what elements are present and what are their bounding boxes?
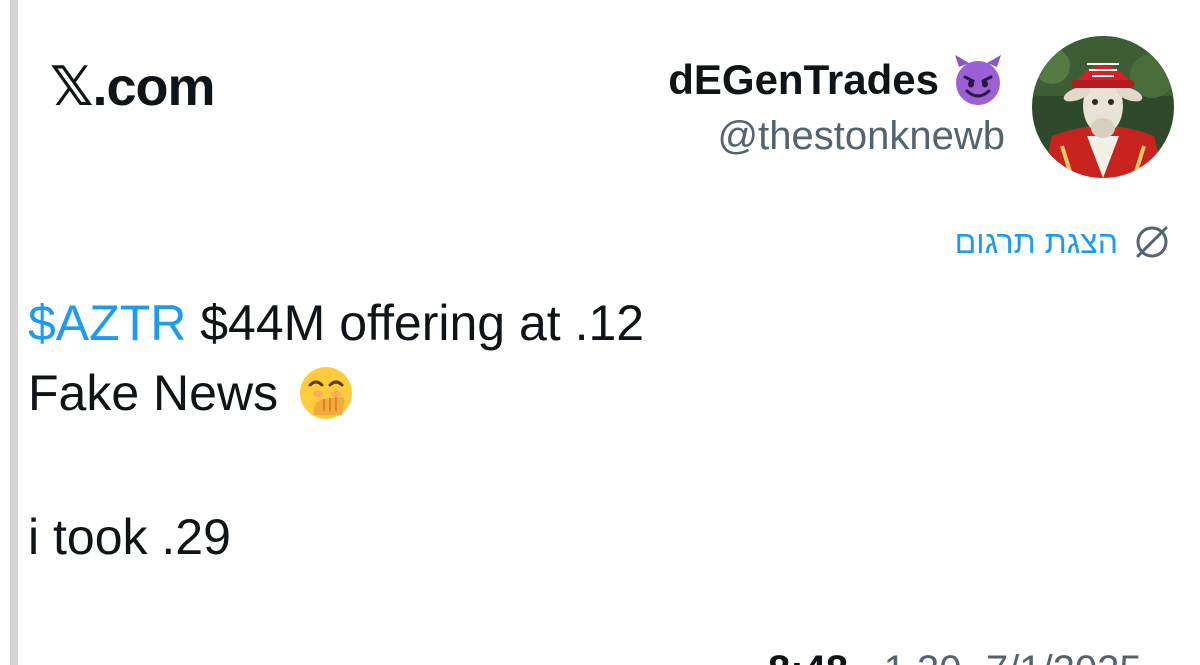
tweet-line-1: $AZTR $44M offering at .12 [28,288,644,358]
tweet-text: $AZTR $44M offering at .12 Fake News i t… [28,288,644,572]
display-name[interactable]: dEGenTrades [668,56,939,104]
globe-off-icon [1132,222,1172,262]
site-logo[interactable]: 𝕏.com [50,55,216,118]
tweet-date: · 1.30 ·7/1/2025 [859,648,1141,665]
tweet-line-3-text: i took .29 [28,509,231,565]
tweet-line-3: i took .29 [28,502,644,572]
author-block[interactable]: dEGenTrades @thestonknewb [668,52,1005,159]
tweet-line-1-text: $44M offering at .12 [186,295,645,351]
show-translation-label: הצגת תרגום [954,223,1118,260]
cashtag-link[interactable]: $AZTR [28,288,186,358]
display-name-row: dEGenTrades [668,52,1005,108]
user-handle[interactable]: @thestonknewb [668,114,1005,159]
left-border [10,0,18,665]
show-translation-link[interactable]: הצגת תרגום [955,222,1172,262]
face-with-hand-over-mouth-icon [296,363,356,423]
tweet-screenshot: 𝕏.com dEGenTrades @thestonknewb הצגת תרג… [0,0,1200,665]
smiling-face-with-horns-icon [951,53,1005,107]
tweet-line-2: Fake News [28,358,644,428]
tweet-line-2-text: Fake News [28,365,279,421]
tweet-timestamp[interactable]: 8:48 · 1.30 ·7/1/2025 [768,648,1142,665]
avatar[interactable] [1032,36,1174,178]
tweet-time: 8:48 [768,648,848,665]
